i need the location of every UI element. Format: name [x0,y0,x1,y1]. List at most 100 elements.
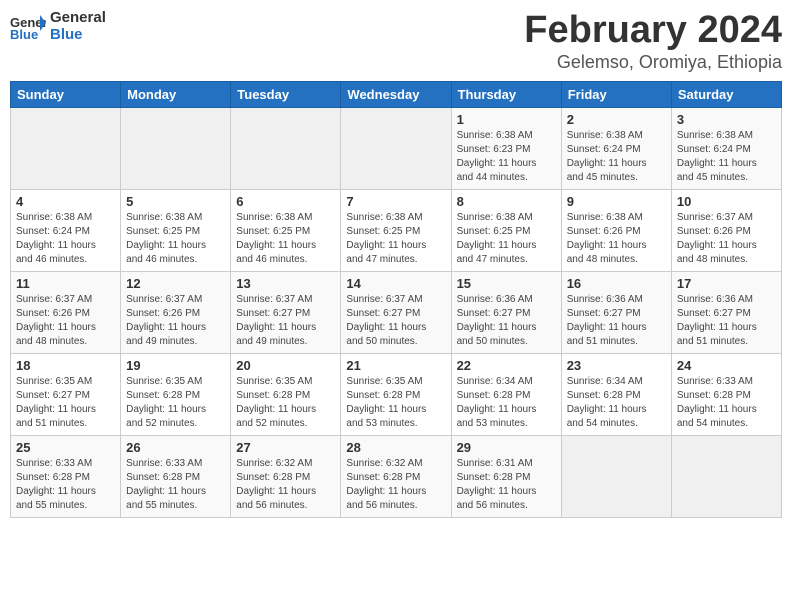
day-number: 5 [126,194,225,209]
weekday-header: Sunday [11,81,121,107]
calendar-cell: 15 Sunrise: 6:36 AMSunset: 6:27 PMDayligh… [451,271,561,353]
day-info: Sunrise: 6:37 AMSunset: 6:26 PMDaylight:… [677,211,776,267]
day-number: 15 [457,276,556,291]
day-number: 2 [567,112,666,127]
calendar-cell [231,107,341,189]
logo-general: General [50,10,106,27]
day-number: 12 [126,276,225,291]
calendar-week-row: 11 Sunrise: 6:37 AMSunset: 6:26 PMDayligh… [11,271,782,353]
day-info: Sunrise: 6:38 AMSunset: 6:24 PMDaylight:… [16,211,115,267]
month-title: February 2024 [524,10,782,52]
calendar-cell: 24 Sunrise: 6:33 AMSunset: 6:28 PMDayligh… [671,353,781,435]
day-number: 27 [236,440,335,455]
day-info: Sunrise: 6:38 AMSunset: 6:25 PMDaylight:… [236,211,335,267]
day-info: Sunrise: 6:38 AMSunset: 6:24 PMDaylight:… [677,129,776,185]
calendar-cell: 23 Sunrise: 6:34 AMSunset: 6:28 PMDayligh… [561,353,671,435]
calendar-week-row: 1 Sunrise: 6:38 AMSunset: 6:23 PMDaylight… [11,107,782,189]
day-info: Sunrise: 6:38 AMSunset: 6:25 PMDaylight:… [126,211,225,267]
calendar-cell: 17 Sunrise: 6:36 AMSunset: 6:27 PMDayligh… [671,271,781,353]
day-number: 22 [457,358,556,373]
calendar-cell: 3 Sunrise: 6:38 AMSunset: 6:24 PMDaylight… [671,107,781,189]
day-info: Sunrise: 6:33 AMSunset: 6:28 PMDaylight:… [677,375,776,431]
day-info: Sunrise: 6:36 AMSunset: 6:27 PMDaylight:… [567,293,666,349]
day-info: Sunrise: 6:37 AMSunset: 6:27 PMDaylight:… [236,293,335,349]
weekday-header: Monday [121,81,231,107]
day-number: 20 [236,358,335,373]
calendar-cell [671,435,781,517]
day-number: 1 [457,112,556,127]
calendar-cell: 21 Sunrise: 6:35 AMSunset: 6:28 PMDayligh… [341,353,451,435]
weekday-header: Saturday [671,81,781,107]
day-info: Sunrise: 6:36 AMSunset: 6:27 PMDaylight:… [677,293,776,349]
day-info: Sunrise: 6:35 AMSunset: 6:28 PMDaylight:… [126,375,225,431]
calendar-cell: 4Sunrise: 6:38 AMSunset: 6:24 PMDaylight… [11,189,121,271]
day-number: 17 [677,276,776,291]
calendar-cell: 11 Sunrise: 6:37 AMSunset: 6:26 PMDayligh… [11,271,121,353]
day-info: Sunrise: 6:33 AMSunset: 6:28 PMDaylight:… [16,457,115,513]
day-info: Sunrise: 6:35 AMSunset: 6:27 PMDaylight:… [16,375,115,431]
day-info: Sunrise: 6:37 AMSunset: 6:26 PMDaylight:… [16,293,115,349]
day-number: 21 [346,358,445,373]
weekday-header: Wednesday [341,81,451,107]
day-info: Sunrise: 6:34 AMSunset: 6:28 PMDaylight:… [567,375,666,431]
day-info: Sunrise: 6:32 AMSunset: 6:28 PMDaylight:… [346,457,445,513]
day-info: Sunrise: 6:38 AMSunset: 6:25 PMDaylight:… [346,211,445,267]
calendar-cell: 9 Sunrise: 6:38 AMSunset: 6:26 PMDaylight… [561,189,671,271]
calendar-cell [341,107,451,189]
calendar-cell [561,435,671,517]
calendar-cell: 28 Sunrise: 6:32 AMSunset: 6:28 PMDayligh… [341,435,451,517]
weekday-header: Thursday [451,81,561,107]
day-info: Sunrise: 6:38 AMSunset: 6:26 PMDaylight:… [567,211,666,267]
day-number: 18 [16,358,115,373]
calendar-cell: 16 Sunrise: 6:36 AMSunset: 6:27 PMDayligh… [561,271,671,353]
calendar-cell: 10Sunrise: 6:37 AMSunset: 6:26 PMDayligh… [671,189,781,271]
weekday-header: Tuesday [231,81,341,107]
calendar-cell: 22 Sunrise: 6:34 AMSunset: 6:28 PMDayligh… [451,353,561,435]
calendar-table: SundayMondayTuesdayWednesdayThursdayFrid… [10,81,782,518]
day-number: 28 [346,440,445,455]
day-number: 16 [567,276,666,291]
day-info: Sunrise: 6:37 AMSunset: 6:27 PMDaylight:… [346,293,445,349]
day-info: Sunrise: 6:32 AMSunset: 6:28 PMDaylight:… [236,457,335,513]
day-number: 23 [567,358,666,373]
day-number: 7 [346,194,445,209]
calendar-cell: 12 Sunrise: 6:37 AMSunset: 6:26 PMDayligh… [121,271,231,353]
calendar-cell: 8 Sunrise: 6:38 AMSunset: 6:25 PMDaylight… [451,189,561,271]
day-number: 9 [567,194,666,209]
day-info: Sunrise: 6:36 AMSunset: 6:27 PMDaylight:… [457,293,556,349]
day-number: 11 [16,276,115,291]
day-number: 14 [346,276,445,291]
calendar-cell: 5 Sunrise: 6:38 AMSunset: 6:25 PMDaylight… [121,189,231,271]
logo: General Blue General Blue [10,10,106,43]
day-info: Sunrise: 6:37 AMSunset: 6:26 PMDaylight:… [126,293,225,349]
day-number: 13 [236,276,335,291]
calendar-header-row: SundayMondayTuesdayWednesdayThursdayFrid… [11,81,782,107]
logo-blue: Blue [50,27,106,44]
day-number: 29 [457,440,556,455]
calendar-cell: 13 Sunrise: 6:37 AMSunset: 6:27 PMDayligh… [231,271,341,353]
calendar-cell: 14 Sunrise: 6:37 AMSunset: 6:27 PMDayligh… [341,271,451,353]
calendar-cell: 2 Sunrise: 6:38 AMSunset: 6:24 PMDaylight… [561,107,671,189]
calendar-cell: 20Sunrise: 6:35 AMSunset: 6:28 PMDayligh… [231,353,341,435]
svg-text:Blue: Blue [10,27,38,41]
calendar-cell: 25 Sunrise: 6:33 AMSunset: 6:28 PMDayligh… [11,435,121,517]
calendar-week-row: 4Sunrise: 6:38 AMSunset: 6:24 PMDaylight… [11,189,782,271]
day-number: 24 [677,358,776,373]
calendar-cell [121,107,231,189]
calendar-cell: 19Sunrise: 6:35 AMSunset: 6:28 PMDayligh… [121,353,231,435]
day-info: Sunrise: 6:34 AMSunset: 6:28 PMDaylight:… [457,375,556,431]
title-section: February 2024 Gelemso, Oromiya, Ethiopia [524,10,782,73]
page-header: General Blue General Blue February 2024 … [10,10,782,73]
day-number: 25 [16,440,115,455]
location-title: Gelemso, Oromiya, Ethiopia [524,52,782,73]
calendar-cell: 1 Sunrise: 6:38 AMSunset: 6:23 PMDaylight… [451,107,561,189]
calendar-cell: 18 Sunrise: 6:35 AMSunset: 6:27 PMDayligh… [11,353,121,435]
day-info: Sunrise: 6:38 AMSunset: 6:24 PMDaylight:… [567,129,666,185]
day-number: 6 [236,194,335,209]
day-info: Sunrise: 6:35 AMSunset: 6:28 PMDaylight:… [346,375,445,431]
day-number: 8 [457,194,556,209]
day-info: Sunrise: 6:38 AMSunset: 6:25 PMDaylight:… [457,211,556,267]
day-info: Sunrise: 6:31 AMSunset: 6:28 PMDaylight:… [457,457,556,513]
day-number: 3 [677,112,776,127]
day-info: Sunrise: 6:38 AMSunset: 6:23 PMDaylight:… [457,129,556,185]
